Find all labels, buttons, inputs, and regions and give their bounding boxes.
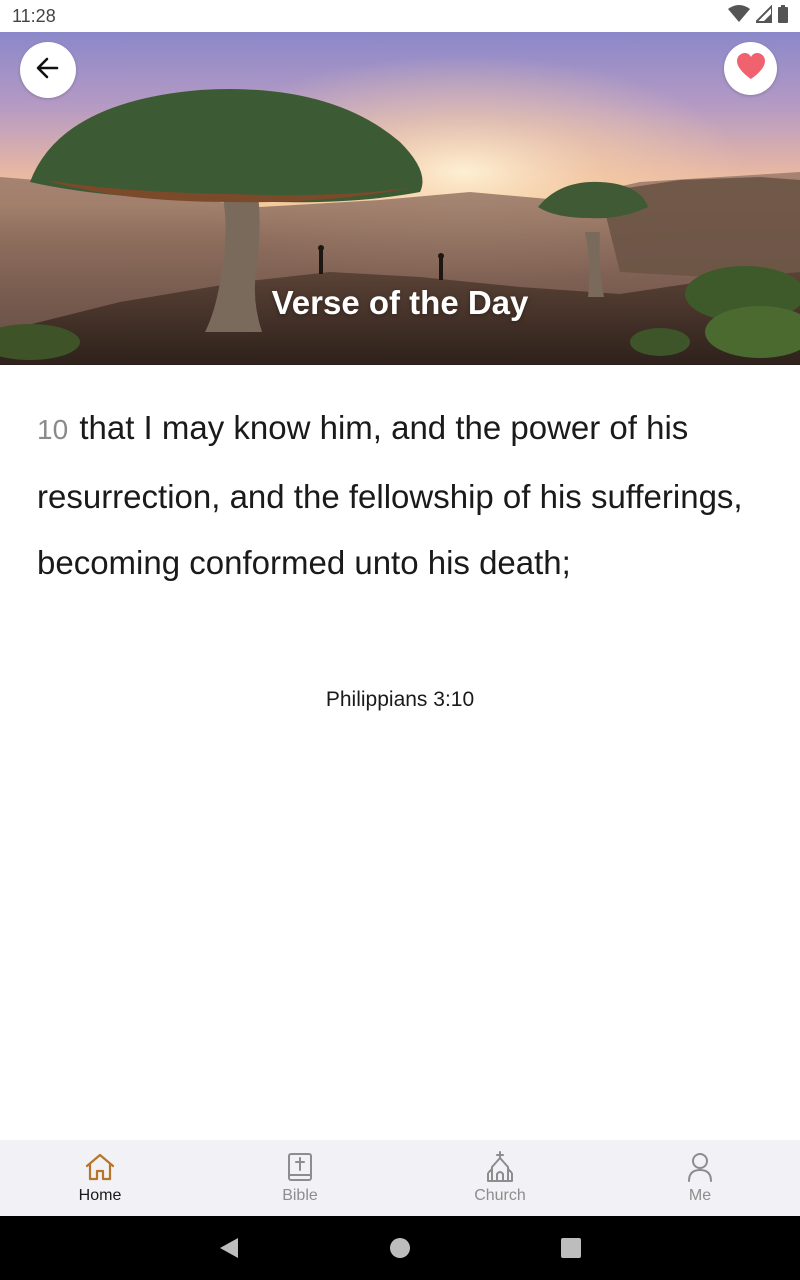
nav-item-bible[interactable]: Bible — [200, 1140, 400, 1216]
status-time: 11:28 — [12, 5, 56, 26]
nav-label-church: Church — [474, 1187, 526, 1204]
signal-icon — [753, 3, 773, 28]
nav-item-home[interactable]: Home — [0, 1140, 200, 1216]
bottom-nav: Home Bible Church Me — [0, 1140, 800, 1216]
nav-item-me[interactable]: Me — [600, 1140, 800, 1216]
status-bar: 11:28 — [0, 0, 800, 32]
status-icons — [728, 3, 788, 28]
battery-icon — [778, 4, 788, 28]
nav-label-bible: Bible — [282, 1187, 318, 1204]
person-icon — [683, 1150, 717, 1184]
verse-reference: Philippians 3:10 — [325, 688, 475, 711]
recents-square-icon[interactable] — [560, 1237, 582, 1259]
verse-body: that I may know him, and the power of hi… — [37, 409, 743, 581]
screen: 11:28 Verse of the Day 10 that I may kno… — [0, 0, 800, 1280]
wifi-icon — [728, 4, 750, 28]
home-circle-icon[interactable] — [389, 1237, 411, 1259]
back-triangle-icon[interactable] — [218, 1237, 240, 1259]
nav-item-church[interactable]: Church — [400, 1140, 600, 1216]
bible-icon — [283, 1150, 317, 1184]
heart-icon — [736, 52, 766, 85]
back-button[interactable] — [20, 42, 76, 98]
nav-label-home: Home — [78, 1187, 122, 1204]
church-icon — [483, 1150, 517, 1184]
system-nav-bar — [0, 1216, 800, 1280]
arrow-left-icon — [35, 55, 61, 86]
favorite-button[interactable] — [724, 42, 777, 95]
verse-number: 10 — [37, 414, 69, 445]
nav-label-me: Me — [688, 1187, 712, 1204]
page-title: Verse of the Day — [271, 284, 529, 321]
verse-text: 10 that I may know him, and the power of… — [37, 395, 767, 597]
hero-image: Verse of the Day — [0, 32, 800, 365]
home-icon — [83, 1150, 117, 1184]
